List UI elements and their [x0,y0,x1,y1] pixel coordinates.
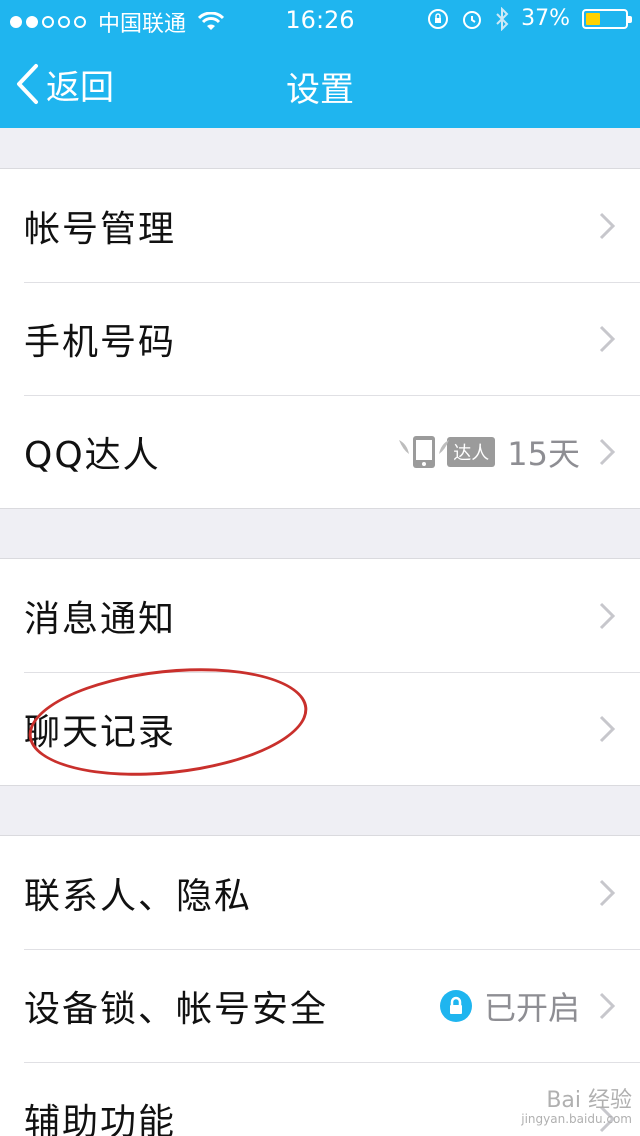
row-label: 辅助功能 [24,1101,177,1136]
chevron-right-icon [599,992,616,1020]
row-label: 消息通知 [24,598,177,640]
settings-group-account: 帐号管理 手机号码 QQ达人 达人 15天 [0,168,640,509]
chevron-right-icon [599,715,616,743]
page-title: 设置 [286,70,354,110]
battery-icon [582,8,632,29]
settings-row-notifications[interactable]: 消息通知 [0,559,640,672]
settings-row-qq-talent[interactable]: QQ达人 达人 15天 [0,395,640,508]
battery-percent: 37% [521,6,570,31]
talent-badge: 达人 [397,432,496,472]
watermark-url: jingyan.baidu.com [521,1111,632,1126]
watermark: Bai 经验 jingyan.baidu.com [521,1087,632,1126]
settings-row-phone-number[interactable]: 手机号码 [0,282,640,395]
status-bar: 中国联通 16:26 37% [0,0,640,40]
rotation-lock-icon [428,8,449,29]
battery-level [586,12,601,25]
row-label: 帐号管理 [24,208,177,250]
chevron-right-icon [599,438,616,466]
chevron-right-icon [599,212,616,240]
settings-row-device-lock[interactable]: 设备锁、帐号安全 已开启 [0,949,640,1062]
watermark-brand: Bai 经验 [546,1087,632,1113]
bluetooth-icon [496,6,509,31]
talent-days: 15天 [507,434,580,473]
navigation-bar: 返回 设置 [0,40,640,128]
row-label: 设备锁、帐号安全 [24,988,329,1030]
winged-phone-icon [399,435,450,468]
row-label: QQ达人 [24,434,161,476]
chevron-right-icon [599,879,616,907]
chevron-right-icon [599,325,616,353]
lock-icon [439,989,472,1022]
settings-row-contacts-privacy[interactable]: 联系人、隐私 [0,836,640,949]
talent-tag: 达人 [447,436,496,467]
row-label: 联系人、隐私 [24,875,253,917]
row-label: 手机号码 [24,321,177,363]
alarm-icon [463,10,482,29]
chevron-right-icon [599,602,616,630]
settings-row-account-management[interactable]: 帐号管理 [0,169,640,282]
top-bar: 中国联通 16:26 37% 返回 设置 [0,0,640,128]
device-lock-status: 已开启 [483,988,580,1027]
